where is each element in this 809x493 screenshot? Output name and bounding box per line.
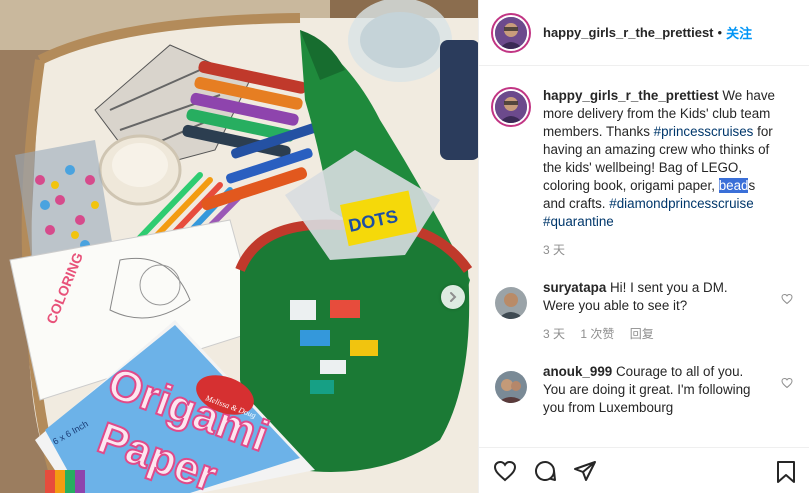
bookmark-icon — [777, 461, 795, 483]
comment-avatar[interactable] — [495, 371, 527, 403]
post-photo: COLORING DOTS Origami Paper Melissa & Do… — [0, 0, 478, 493]
hashtag-link[interactable]: #princesscruises — [654, 124, 754, 139]
avatar-image — [495, 287, 527, 319]
comment-time[interactable]: 3 天 — [543, 327, 565, 341]
caption-time[interactable]: 3 天 — [543, 243, 565, 257]
avatar-image — [495, 371, 527, 403]
like-button[interactable] — [493, 459, 517, 483]
comment-likes[interactable]: 1 次赞 — [580, 327, 614, 341]
photo-illustration: COLORING DOTS Origami Paper Melissa & Do… — [0, 0, 478, 493]
comment-username[interactable]: suryatapa — [543, 280, 606, 295]
caption-avatar[interactable] — [491, 87, 531, 127]
comments-list[interactable]: happy_girls_r_the_prettiest We have more… — [479, 67, 809, 446]
caption-meta: 3 天 — [543, 241, 779, 259]
follow-button[interactable]: 关注 — [726, 23, 752, 42]
heart-icon[interactable] — [781, 377, 793, 389]
post-caption: happy_girls_r_the_prettiest We have more… — [491, 67, 797, 259]
share-icon — [574, 460, 596, 481]
share-button[interactable] — [573, 459, 597, 483]
next-photo-button[interactable] — [441, 285, 465, 309]
avatar-image — [495, 91, 527, 123]
comment-meta: 3 天 1 次赞 回复 — [543, 325, 753, 343]
comment-button[interactable] — [533, 459, 557, 483]
header-username[interactable]: happy_girls_r_the_prettiest — [543, 25, 714, 40]
hashtag-link[interactable]: #diamondprincesscruise — [609, 196, 753, 211]
heart-icon[interactable] — [781, 293, 793, 305]
post-side-panel: happy_girls_r_the_prettiest • 关注 happy_g… — [478, 0, 809, 493]
caption-username[interactable]: happy_girls_r_the_prettiest — [543, 88, 719, 103]
comment-icon — [535, 460, 556, 481]
avatar-image — [495, 16, 527, 49]
selected-text: bead — [718, 178, 749, 193]
avatar[interactable] — [491, 12, 531, 53]
comment-item: anouk_999 Courage to all of you. You are… — [491, 363, 797, 417]
heart-icon — [493, 460, 517, 481]
chevron-right-icon — [450, 292, 457, 302]
caption-text: happy_girls_r_the_prettiest We have more… — [543, 87, 779, 231]
comment-username[interactable]: anouk_999 — [543, 364, 612, 379]
hashtag-link[interactable]: #quarantine — [543, 214, 614, 229]
header-separator: • — [717, 25, 723, 40]
post-header: happy_girls_r_the_prettiest • 关注 — [479, 0, 809, 66]
comment-item: suryatapa Hi! I sent you a DM. Were you … — [491, 279, 797, 343]
comment-avatar[interactable] — [495, 287, 527, 319]
reply-button[interactable]: 回复 — [630, 327, 654, 341]
post-actions — [479, 447, 809, 493]
save-button[interactable] — [775, 460, 797, 489]
